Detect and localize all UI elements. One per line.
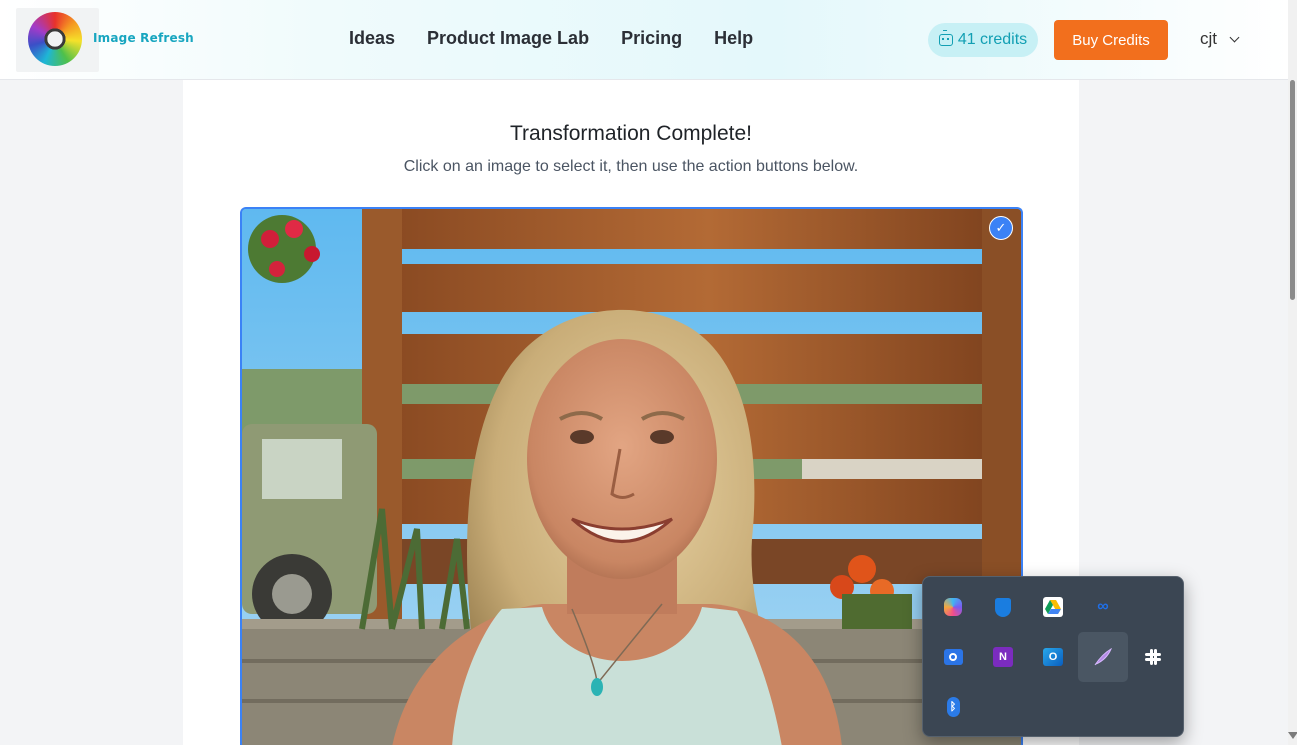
nav-pricing[interactable]: Pricing xyxy=(621,28,682,49)
nav-product-image-lab[interactable]: Product Image Lab xyxy=(427,28,589,49)
quill-feather-icon[interactable] xyxy=(1078,632,1128,682)
outlook-icon[interactable]: O xyxy=(1028,632,1078,682)
onenote-icon[interactable]: N xyxy=(978,632,1028,682)
main-nav: Ideas Product Image Lab Pricing Help xyxy=(349,28,753,49)
credits-count: 41 credits xyxy=(957,31,1028,48)
page-title: Transformation Complete! xyxy=(510,122,752,145)
robot-icon xyxy=(938,30,953,46)
nav-help[interactable]: Help xyxy=(714,28,753,49)
scrollbar-thumb[interactable] xyxy=(1290,80,1295,300)
credits-badge[interactable]: 41 credits xyxy=(928,23,1038,57)
camera-app-icon[interactable] xyxy=(928,632,978,682)
user-name: cjt xyxy=(1200,29,1217,48)
top-header: Image Refresh Ideas Product Image Lab Pr… xyxy=(0,0,1288,80)
copilot-icon[interactable] xyxy=(928,582,978,632)
chevron-down-icon xyxy=(1229,32,1240,42)
google-drive-icon[interactable] xyxy=(1028,582,1078,632)
portrait-photo xyxy=(242,209,1021,745)
bluetooth-icon[interactable]: ᛒ xyxy=(928,682,978,732)
focus-todo-icon[interactable] xyxy=(1128,582,1178,632)
page-scrollbar[interactable] xyxy=(1288,0,1297,745)
page-subtitle: Click on an image to select it, then use… xyxy=(403,158,859,175)
user-menu[interactable]: cjt xyxy=(1200,29,1240,49)
meta-icon[interactable]: ∞ xyxy=(1078,582,1128,632)
logo-swirl-icon xyxy=(28,12,82,66)
result-image[interactable] xyxy=(240,207,1023,745)
nav-ideas[interactable]: Ideas xyxy=(349,28,395,49)
defender-shield-icon[interactable] xyxy=(978,582,1028,632)
system-tray-flyout: ∞ N O ᛒ xyxy=(922,576,1184,737)
buy-credits-button[interactable]: Buy Credits xyxy=(1054,20,1168,60)
logo-text[interactable]: Image Refresh xyxy=(93,31,194,45)
slack-icon[interactable] xyxy=(1128,632,1178,682)
logo[interactable] xyxy=(16,8,99,72)
selected-check-icon[interactable]: ✓ xyxy=(989,216,1013,240)
scroll-down-arrow-icon[interactable] xyxy=(1288,732,1297,739)
